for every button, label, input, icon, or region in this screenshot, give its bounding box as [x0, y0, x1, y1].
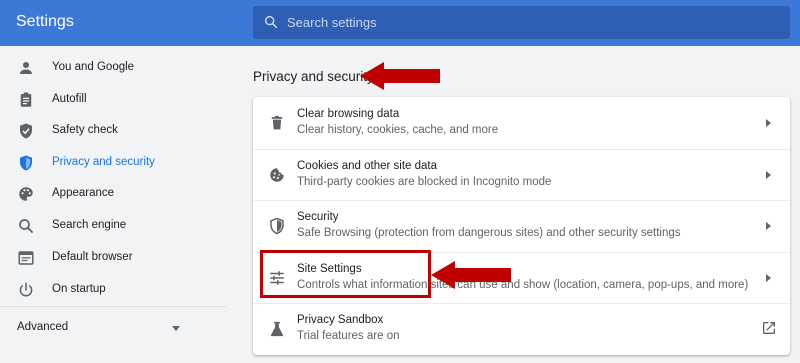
clipboard-icon: [20, 92, 32, 107]
app-title: Settings: [16, 13, 74, 30]
sidebar-item-label: On startup: [52, 283, 106, 295]
sidebar-item-on-startup[interactable]: On startup: [0, 275, 226, 305]
sidebar-item-default-browser[interactable]: Default browser: [0, 243, 226, 273]
sidebar-item-search-engine[interactable]: Search engine: [0, 211, 226, 241]
browser-icon: [18, 251, 34, 265]
sidebar-item-label: You and Google: [52, 61, 135, 73]
row-cookies-and-site-data[interactable]: Cookies and other site data Third-party …: [253, 148, 790, 201]
annotation-arrow-icon: [431, 261, 511, 289]
row-security[interactable]: Security Safe Browsing (protection from …: [253, 200, 790, 252]
power-icon: [19, 282, 33, 297]
sidebar-item-you-and-google[interactable]: You and Google: [0, 53, 226, 83]
highlight-box: [260, 250, 431, 298]
shield-icon: [20, 155, 32, 171]
open-in-new-icon: [763, 322, 775, 335]
sidebar-item-label: Privacy and security: [52, 156, 155, 168]
shield-half-icon: [270, 217, 284, 235]
chevron-down-icon: [172, 326, 180, 331]
person-icon: [20, 62, 32, 74]
row-title: Security: [297, 211, 339, 224]
search-box[interactable]: [253, 6, 790, 39]
row-subtitle: Safe Browsing (protection from dangerous…: [297, 227, 681, 240]
search-input[interactable]: [287, 10, 767, 35]
row-privacy-sandbox[interactable]: Privacy Sandbox Trial features are on: [253, 303, 790, 355]
sidebar-divider: [0, 306, 226, 307]
sidebar-item-label: Autofill: [52, 93, 87, 105]
sidebar-item-safety-check[interactable]: Safety check: [0, 116, 226, 146]
palette-icon: [19, 187, 33, 201]
sidebar-item-label: Safety check: [52, 124, 118, 136]
row-subtitle: Trial features are on: [297, 330, 400, 343]
row-subtitle: Clear history, cookies, cache, and more: [297, 124, 499, 136]
search-icon: [19, 219, 33, 233]
annotation-arrow-icon: [360, 62, 440, 90]
advanced-toggle[interactable]: Advanced: [0, 314, 195, 342]
sidebar-item-autofill[interactable]: Autofill: [0, 85, 226, 115]
trash-icon: [271, 115, 283, 130]
app-header: Settings: [0, 0, 800, 46]
sidebar-item-label: Search engine: [52, 219, 127, 231]
row-divider: [253, 303, 790, 305]
sidebar-item-label: Default browser: [52, 251, 133, 263]
chevron-right-icon: [766, 119, 771, 127]
row-divider: [253, 200, 790, 202]
row-title: Cookies and other site data: [297, 159, 438, 172]
chevron-right-icon: [766, 170, 771, 179]
cookie-icon: [270, 167, 284, 182]
search-icon: [264, 15, 278, 29]
row-title: Clear browsing data: [297, 108, 400, 120]
advanced-label: Advanced: [17, 321, 69, 333]
row-clear-browsing-data[interactable]: Clear browsing data Clear history, cooki…: [253, 97, 790, 149]
page-title: Privacy and security: [253, 69, 374, 84]
row-divider: [253, 148, 790, 150]
row-subtitle: Third-party cookies are blocked in Incog…: [297, 175, 552, 188]
row-title: Privacy Sandbox: [297, 314, 384, 327]
flask-icon: [270, 322, 284, 337]
sidebar: You and Google Autofill Safety check Pri…: [0, 46, 226, 363]
chevron-right-icon: [766, 273, 771, 282]
shield-check-icon: [20, 123, 32, 139]
privacy-settings-card: Clear browsing data Clear history, cooki…: [253, 97, 790, 355]
chevron-right-icon: [766, 222, 771, 231]
sidebar-item-label: Appearance: [52, 187, 115, 199]
sidebar-item-privacy-and-security[interactable]: Privacy and security: [0, 148, 226, 178]
sidebar-item-appearance[interactable]: Appearance: [0, 179, 226, 209]
